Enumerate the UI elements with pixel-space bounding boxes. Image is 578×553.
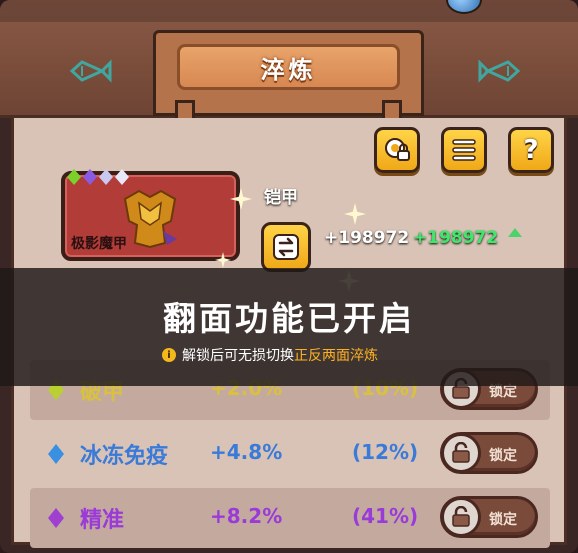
gem-icon (67, 169, 81, 185)
game-frame: 淬炼 ? 极影魔甲 铠甲 +198972 +198972 破甲 +2.0% (1… (0, 0, 578, 553)
power-value: +198972 (324, 228, 410, 248)
menu-icon (452, 139, 476, 161)
equipment-type: 铠甲 (264, 188, 298, 208)
help-button[interactable]: ? (508, 127, 554, 173)
stat-value: +4.8% (210, 440, 283, 464)
page-title: 淬炼 (260, 55, 317, 84)
lock-button[interactable]: 锁定 (440, 432, 538, 474)
stat-name: 冰冻免疫 (80, 444, 169, 469)
fish-ornament-right-icon (478, 59, 521, 83)
stat-gem-icon (48, 444, 64, 464)
stat-percent: (12%) (352, 440, 419, 464)
notice-title: 翻面功能已开启 (163, 299, 415, 338)
lock-label: 锁定 (489, 448, 517, 464)
gem-icon (115, 169, 129, 185)
equipment-gems (67, 169, 129, 185)
info-icon: i (162, 348, 176, 362)
stat-percent: (41%) (352, 504, 419, 528)
notice-tip: i 解锁后可无损切换 正反两面淬炼 (162, 345, 378, 365)
fish-ornament-left-icon (69, 59, 112, 83)
notice-tip-highlight: 正反两面淬炼 (294, 348, 378, 364)
equipment-name: 极影魔甲 (71, 236, 127, 252)
stat-row: 冰冻免疫 +4.8% (12%) 锁定 (30, 424, 550, 484)
lock-icon (441, 497, 481, 537)
stat-list: 破甲 +2.0% (10%) 锁定 冰冻免疫 +4.8% (12%) 锁定 精准… (30, 360, 550, 552)
flip-icon (273, 234, 299, 260)
flip-side-button[interactable] (261, 222, 311, 272)
stat-name: 精准 (80, 508, 125, 533)
stat-value: +8.2% (210, 504, 283, 528)
menu-button[interactable] (441, 127, 487, 173)
help-icon: ? (523, 135, 539, 165)
gem-icon (83, 169, 97, 185)
title-plate: 淬炼 (153, 30, 424, 130)
stat-gem-icon (48, 508, 64, 528)
equipment-card[interactable]: 极影魔甲 (61, 169, 240, 261)
lock-label: 锁定 (489, 512, 517, 528)
lock-icon (441, 433, 481, 473)
gem-icon (99, 169, 113, 185)
lock-button[interactable]: 锁定 (440, 496, 538, 538)
gear-lock-icon (385, 138, 410, 161)
increase-arrow-icon (508, 228, 522, 237)
settings-lock-button[interactable] (374, 127, 420, 173)
notice-tip-text: 解锁后可无损切换 (182, 348, 294, 364)
power-bonus: +198972 (413, 228, 499, 248)
stat-row: 精准 +8.2% (41%) 锁定 (30, 488, 550, 548)
